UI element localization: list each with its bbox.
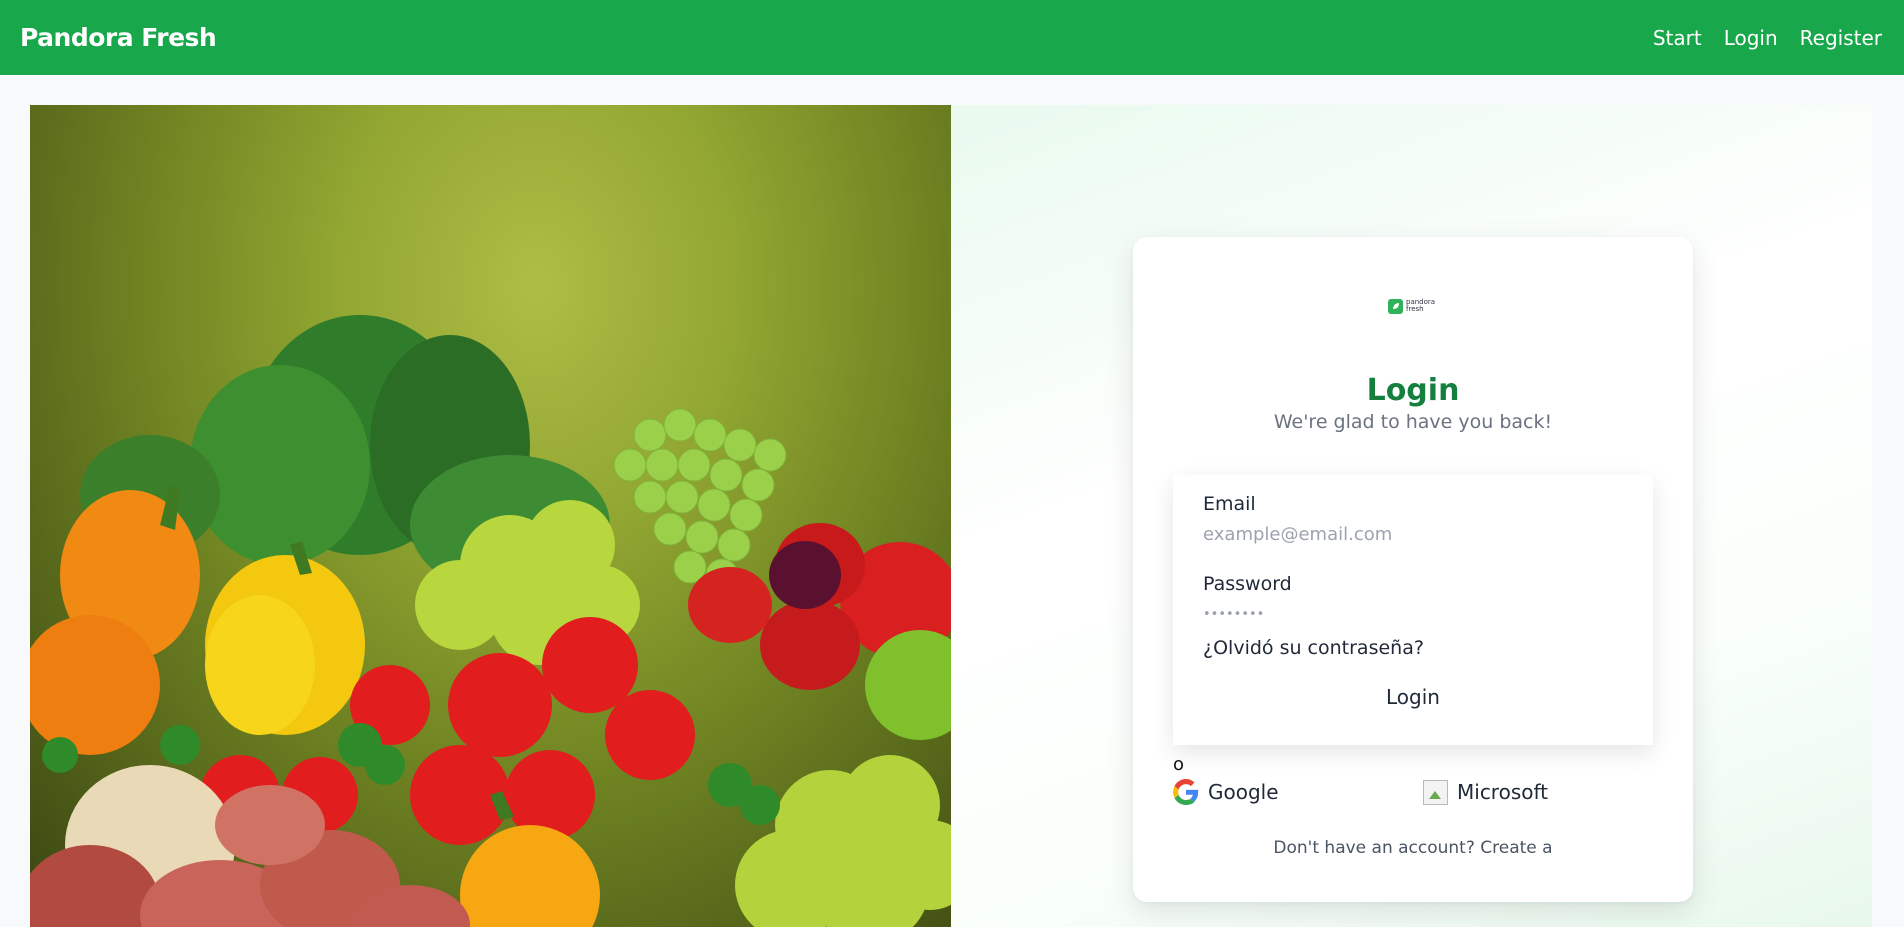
top-navbar: Pandora Fresh Start Login Register xyxy=(0,0,1904,75)
google-icon xyxy=(1173,779,1199,805)
nav-link-register[interactable]: Register xyxy=(1800,26,1882,50)
brand-name[interactable]: Pandora Fresh xyxy=(20,23,217,52)
signup-link[interactable]: Create a xyxy=(1480,838,1552,858)
nav-links: Start Login Register xyxy=(1653,26,1884,50)
nav-link-login[interactable]: Login xyxy=(1724,26,1778,50)
forgot-password-link[interactable]: ¿Olvidó su contraseña? xyxy=(1203,637,1424,659)
password-field[interactable] xyxy=(1203,601,1623,627)
hero-image xyxy=(30,105,951,927)
main-content: pandora fresh Login We're glad to have y… xyxy=(30,105,1872,927)
signup-prefix: Don't have an account? xyxy=(1273,838,1475,858)
password-label: Password xyxy=(1203,573,1292,595)
login-card: pandora fresh Login We're glad to have y… xyxy=(1133,237,1693,902)
leaf-icon xyxy=(1388,298,1403,314)
login-subtitle: We're glad to have you back! xyxy=(1273,411,1553,433)
logo-text: pandora fresh xyxy=(1406,298,1436,313)
microsoft-label: Microsoft xyxy=(1457,780,1549,804)
login-panel: pandora fresh Login We're glad to have y… xyxy=(951,105,1872,927)
google-login-button[interactable]: Google xyxy=(1173,777,1279,807)
vegetables-illustration xyxy=(30,315,951,927)
microsoft-login-button[interactable]: Microsoft xyxy=(1423,777,1548,807)
google-label: Google xyxy=(1208,780,1279,804)
login-button[interactable]: Login xyxy=(1173,685,1653,709)
brand-logo: pandora fresh xyxy=(1388,297,1438,315)
login-title: Login xyxy=(1366,373,1460,408)
signup-prompt: Don't have an account? Create a xyxy=(1133,838,1693,858)
nav-link-start[interactable]: Start xyxy=(1653,26,1702,50)
broken-image-icon xyxy=(1423,779,1448,805)
or-divider: o xyxy=(1173,754,1185,775)
email-label: Email xyxy=(1203,493,1256,515)
email-field[interactable] xyxy=(1203,521,1623,547)
login-form: Email Password ¿Olvidó su contraseña? Lo… xyxy=(1173,475,1653,745)
